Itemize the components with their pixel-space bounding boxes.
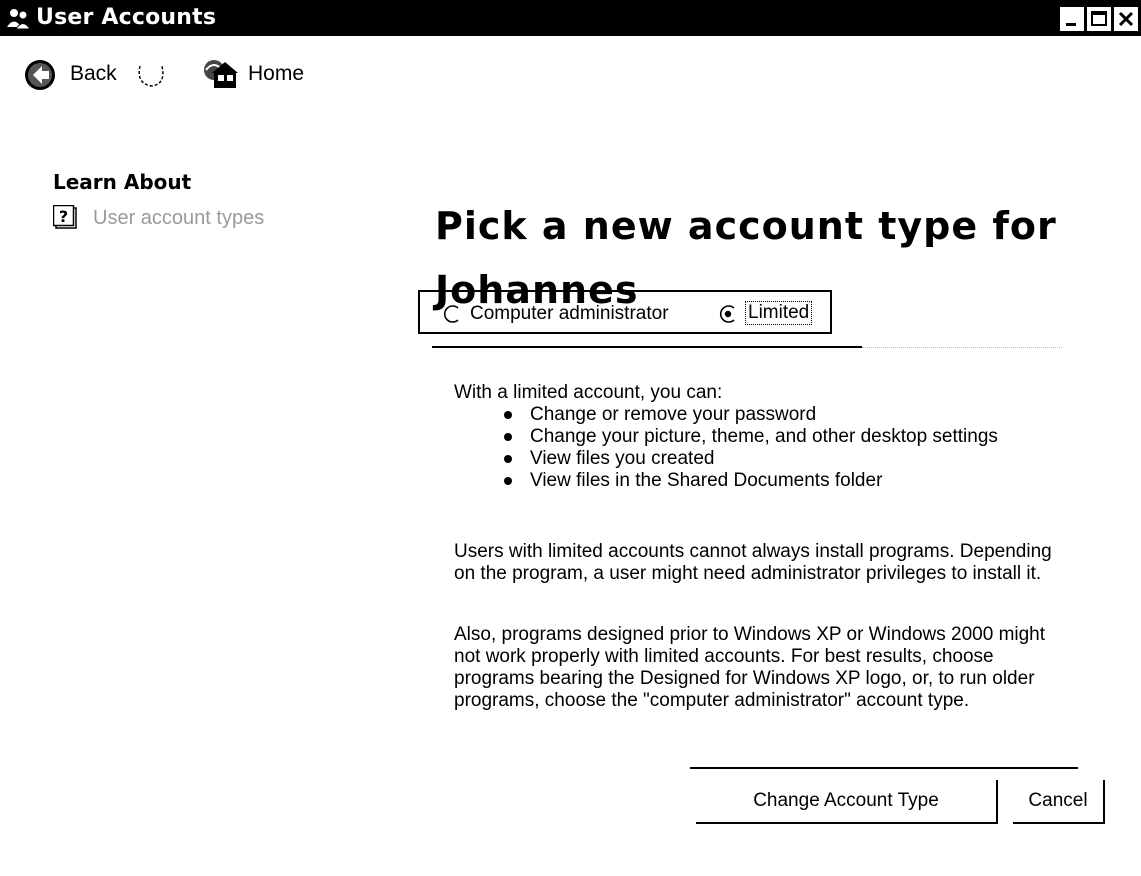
radio-label[interactable]: Limited [744,301,813,325]
bullet-icon [504,433,512,441]
help-icon: ? [52,204,79,235]
install-warning-text: Users with limited accounts cannot alway… [454,541,1052,584]
home-icon[interactable] [200,56,242,96]
bullet-icon [504,477,512,485]
page-title-line1: Pick a new account type for [435,204,1057,248]
maximize-icon [1091,11,1107,26]
divider [690,767,1078,769]
compatibility-note-text: Also, programs designed prior to Windows… [454,624,1046,711]
toolbar: Back Home [0,50,1141,100]
minimize-icon [1066,23,1076,26]
list-item: View files in the Shared Documents folde… [500,470,998,492]
change-account-type-button[interactable]: Change Account Type [696,780,998,824]
back-button[interactable]: Back [70,62,117,86]
divider [432,346,862,348]
home-button[interactable]: Home [248,62,304,86]
list-item-text: Change your picture, theme, and other de… [530,426,998,447]
sidebar-item-label[interactable]: User account types [93,207,264,230]
back-arrow-icon[interactable] [22,57,58,97]
limited-intro-text: With a limited account, you can: [454,382,723,403]
minimize-button[interactable] [1060,7,1084,31]
close-icon [1118,11,1134,27]
divider [862,347,1062,348]
list-item: Change or remove your password [500,404,998,426]
svg-text:?: ? [59,207,68,226]
radio-unselected-icon[interactable] [442,304,462,328]
radio-label[interactable]: Computer administrator [470,303,669,325]
window-title: User Accounts [36,5,217,30]
list-item: Change your picture, theme, and other de… [500,426,998,448]
list-item: View files you created [500,448,998,470]
title-bar[interactable]: User Accounts [0,0,1141,36]
capabilities-list: Change or remove your password Change yo… [500,404,998,492]
user-accounts-icon [6,7,32,30]
account-type-radio-group: Computer administrator Limited [418,290,832,334]
list-item-text: View files you created [530,448,715,469]
bullet-icon [504,455,512,463]
radio-selected-icon[interactable] [718,304,738,328]
close-button[interactable] [1114,7,1138,31]
maximize-button[interactable] [1087,7,1111,31]
bullet-icon [504,411,512,419]
learn-about-heading: Learn About [53,170,192,194]
forward-arrow-icon[interactable] [134,60,170,96]
list-item-text: View files in the Shared Documents folde… [530,470,883,491]
list-item-text: Change or remove your password [530,404,817,425]
cancel-button[interactable]: Cancel [1013,780,1105,824]
